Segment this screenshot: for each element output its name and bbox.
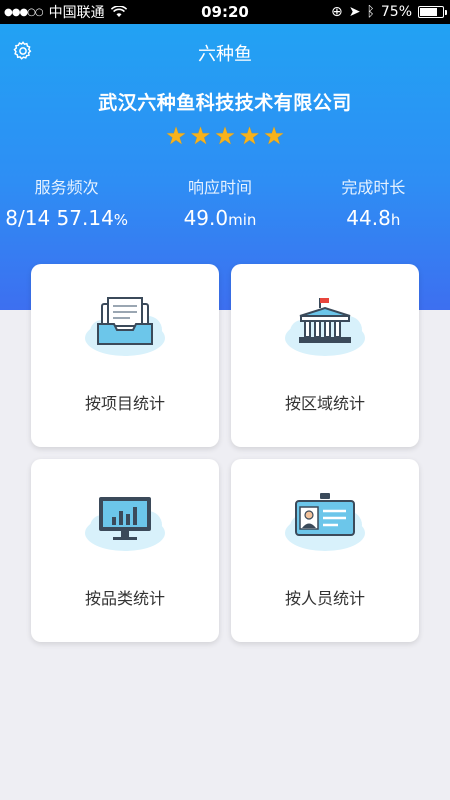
- status-left: ●●●○○ 中国联通: [4, 2, 127, 22]
- star-icon: ★: [214, 122, 236, 150]
- stat-response-time: 响应时间 49.0min: [143, 174, 296, 230]
- carrier-label: 中国联通: [48, 5, 105, 21]
- star-icon: ★: [238, 122, 261, 150]
- battery-icon: [418, 6, 447, 18]
- stat-value: 49.0min: [143, 206, 296, 230]
- card-by-category[interactable]: 按品类统计: [31, 459, 219, 642]
- card-by-project[interactable]: 按项目统计: [31, 264, 219, 447]
- stat-service-frequency: 服务频次 8/14 57.14%: [0, 174, 143, 230]
- bluetooth-icon: ᛒ: [366, 4, 375, 20]
- stat-number: 8/14 57.14: [5, 206, 114, 230]
- stat-number: 44.8: [346, 206, 391, 230]
- stat-unit: %: [113, 211, 129, 229]
- battery-fill: [420, 8, 437, 16]
- star-icon: ★: [165, 122, 187, 150]
- stat-number: 49.0: [183, 206, 229, 230]
- battery-percent: 75%: [380, 4, 412, 20]
- stat-label: 服务频次: [34, 178, 99, 197]
- card-label: 按区域统计: [284, 394, 365, 413]
- stat-value: 8/14 57.14%: [0, 206, 143, 230]
- status-bar: ●●●○○ 中国联通 09:20 ⊕ ➤ ᛒ 75%: [0, 0, 450, 24]
- card-by-region[interactable]: 按区域统计: [231, 264, 419, 447]
- star-icon: ★: [263, 122, 285, 150]
- id-badge-icon: [285, 493, 365, 551]
- stat-value: 44.8h: [297, 206, 450, 230]
- card-by-personnel[interactable]: 按人员统计: [231, 459, 419, 642]
- building-flag-icon: [285, 298, 365, 356]
- orientation-lock-icon: ⊕: [331, 4, 343, 20]
- page-title: 六种鱼: [198, 44, 252, 65]
- inbox-documents-icon: [85, 297, 165, 356]
- stat-completion-time: 完成时长 44.8h: [297, 174, 450, 230]
- stat-unit: h: [390, 211, 401, 229]
- card-label: 按人员统计: [284, 589, 365, 608]
- star-icon: ★: [189, 122, 212, 150]
- stat-label: 完成时长: [341, 178, 406, 197]
- company-name: 武汉六种鱼科技技术有限公司: [98, 92, 352, 114]
- monitor-chart-icon: [85, 497, 165, 551]
- rating-stars: ★ ★ ★ ★ ★: [0, 124, 450, 148]
- status-right: ⊕ ➤ ᛒ 75%: [331, 4, 447, 20]
- card-label: 按品类统计: [84, 589, 165, 608]
- stat-label: 响应时间: [187, 178, 252, 197]
- signal-icon: ●●●○○: [4, 6, 44, 18]
- location-arrow-icon: ➤: [348, 4, 361, 20]
- card-label: 按项目统计: [84, 394, 165, 413]
- wifi-icon: [110, 6, 127, 17]
- stats-row: 服务频次 8/14 57.14% 响应时间 49.0min 完成时长 44.8h: [0, 174, 450, 230]
- stat-unit: min: [228, 211, 257, 229]
